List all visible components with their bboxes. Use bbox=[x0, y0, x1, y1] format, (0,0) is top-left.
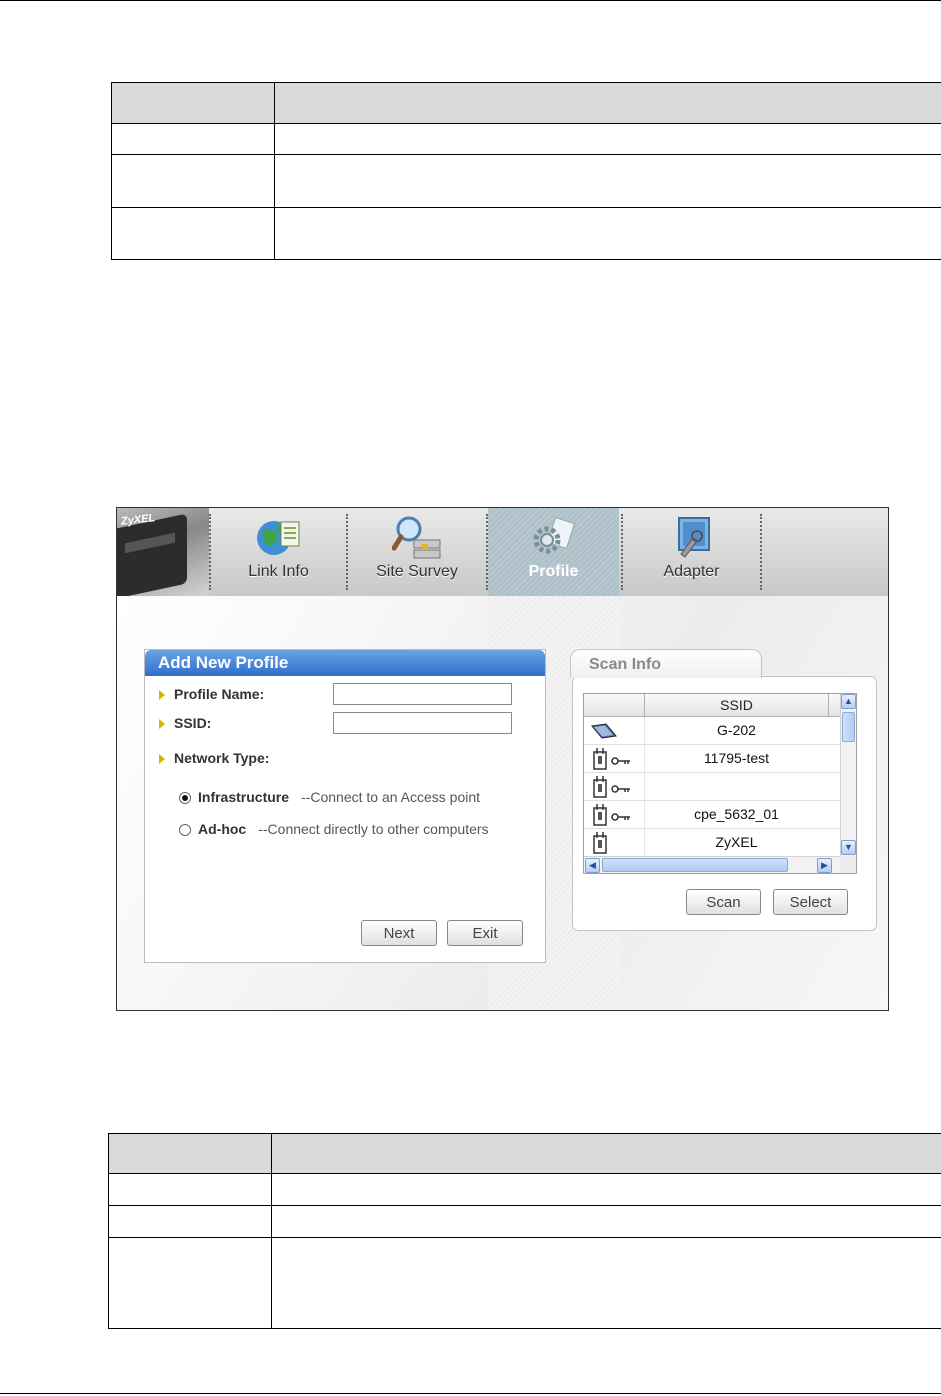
table-header-row bbox=[108, 1133, 941, 1174]
gear-document-icon bbox=[533, 516, 575, 554]
tab-adapter[interactable]: Adapter bbox=[623, 508, 760, 596]
table-row bbox=[108, 1205, 941, 1238]
radio-description: --Connect directly to other computers bbox=[258, 821, 489, 837]
tab-label: Profile bbox=[528, 563, 579, 580]
app-header: ZyXEL Link Info Site Survey Profile Adap… bbox=[117, 508, 888, 596]
list-header: SSID bbox=[584, 694, 840, 717]
exit-button[interactable]: Exit bbox=[447, 920, 523, 946]
scroll-down-icon[interactable]: ▼ bbox=[841, 840, 856, 855]
ssid-value: 11795-test bbox=[703, 750, 770, 766]
list-item[interactable]: G-202 bbox=[584, 717, 840, 745]
globe-document-icon bbox=[256, 521, 299, 555]
list-item[interactable] bbox=[584, 773, 840, 801]
tab-site-survey[interactable]: Site Survey bbox=[348, 508, 486, 596]
magnifier-network-icon bbox=[392, 516, 441, 559]
scroll-thumb[interactable] bbox=[602, 858, 788, 872]
adhoc-radio[interactable] bbox=[179, 824, 191, 837]
tab-label: Site Survey bbox=[376, 563, 458, 580]
panel-title: Add New Profile bbox=[145, 650, 545, 676]
list-item[interactable]: cpe_5632_01 bbox=[584, 801, 840, 829]
adhoc-card-icon bbox=[591, 723, 617, 739]
ssid-column-header[interactable]: SSID bbox=[645, 694, 829, 716]
access-point-locked-icon bbox=[593, 804, 630, 826]
arrow-bullet-icon bbox=[159, 690, 165, 701]
brand-banner: ZyXEL bbox=[117, 508, 209, 596]
ssid-value bbox=[645, 773, 828, 800]
network-type-label: Network Type: bbox=[159, 750, 269, 766]
ssid-label: SSID: bbox=[159, 715, 211, 731]
list-item[interactable]: 11795-test bbox=[584, 745, 840, 773]
scroll-left-icon[interactable]: ◀ bbox=[585, 858, 600, 873]
access-point-icon bbox=[593, 832, 607, 854]
ssid-value: ZyXEL bbox=[715, 834, 758, 850]
radio-label: Ad-hoc bbox=[198, 821, 247, 837]
profile-name-input[interactable] bbox=[333, 683, 512, 705]
access-point-locked-icon bbox=[593, 776, 630, 798]
scroll-up-icon[interactable]: ▲ bbox=[841, 694, 856, 709]
scroll-thumb[interactable] bbox=[842, 712, 855, 742]
tab-label: Adapter bbox=[663, 563, 720, 580]
scroll-right-icon[interactable]: ▶ bbox=[817, 858, 832, 873]
arrow-bullet-icon bbox=[159, 719, 165, 730]
select-button[interactable]: Select bbox=[773, 889, 848, 915]
profile-name-label: Profile Name: bbox=[159, 686, 264, 702]
tab-label: Link Info bbox=[248, 563, 309, 580]
scan-info-tab: Scan Info bbox=[570, 649, 762, 678]
radio-label: Infrastructure bbox=[198, 789, 290, 805]
tab-separator bbox=[760, 514, 762, 590]
ssid-value: G-202 bbox=[717, 722, 756, 738]
description-table-top bbox=[111, 82, 941, 260]
adhoc-radio-option[interactable]: Ad-hoc --Connect directly to other comput… bbox=[179, 821, 489, 837]
table-row bbox=[108, 1173, 941, 1206]
infrastructure-radio[interactable] bbox=[179, 792, 191, 805]
description-table-bottom bbox=[108, 1133, 941, 1329]
profile-screen: ZyXEL Link Info Site Survey Profile Adap… bbox=[116, 507, 889, 1011]
infrastructure-radio-option[interactable]: Infrastructure --Connect to an Access poi… bbox=[179, 789, 480, 805]
access-point-locked-icon bbox=[593, 748, 630, 770]
tab-profile[interactable]: Profile bbox=[488, 508, 619, 596]
scan-button[interactable]: Scan bbox=[686, 889, 761, 915]
tab-link-info[interactable]: Link Info bbox=[211, 508, 346, 596]
radio-description: --Connect to an Access point bbox=[301, 789, 481, 805]
list-item[interactable]: ZyXEL bbox=[584, 829, 840, 857]
ssid-list[interactable]: SSID G-202 11795-test cpe_5632_01 ZyXEL … bbox=[583, 693, 857, 874]
ssid-input[interactable] bbox=[333, 712, 512, 734]
adapter-tools-icon bbox=[677, 517, 710, 558]
page-bottom-rule bbox=[0, 1393, 941, 1394]
ssid-value: cpe_5632_01 bbox=[694, 806, 779, 822]
vertical-scrollbar[interactable]: ▲ ▼ bbox=[840, 694, 856, 856]
arrow-bullet-icon bbox=[159, 754, 165, 765]
next-button[interactable]: Next bbox=[361, 920, 437, 946]
table-row bbox=[108, 1237, 941, 1329]
table-row bbox=[111, 123, 941, 155]
horizontal-scrollbar[interactable]: ◀ ▶ bbox=[584, 856, 840, 873]
table-row bbox=[111, 207, 941, 260]
scan-info-title: Scan Info bbox=[589, 656, 662, 673]
table-row bbox=[111, 154, 941, 208]
add-new-profile-panel: Add New Profile Profile Name: SSID: Netw… bbox=[144, 649, 546, 963]
page-top-rule bbox=[0, 0, 941, 1]
table-header-row bbox=[111, 82, 941, 124]
